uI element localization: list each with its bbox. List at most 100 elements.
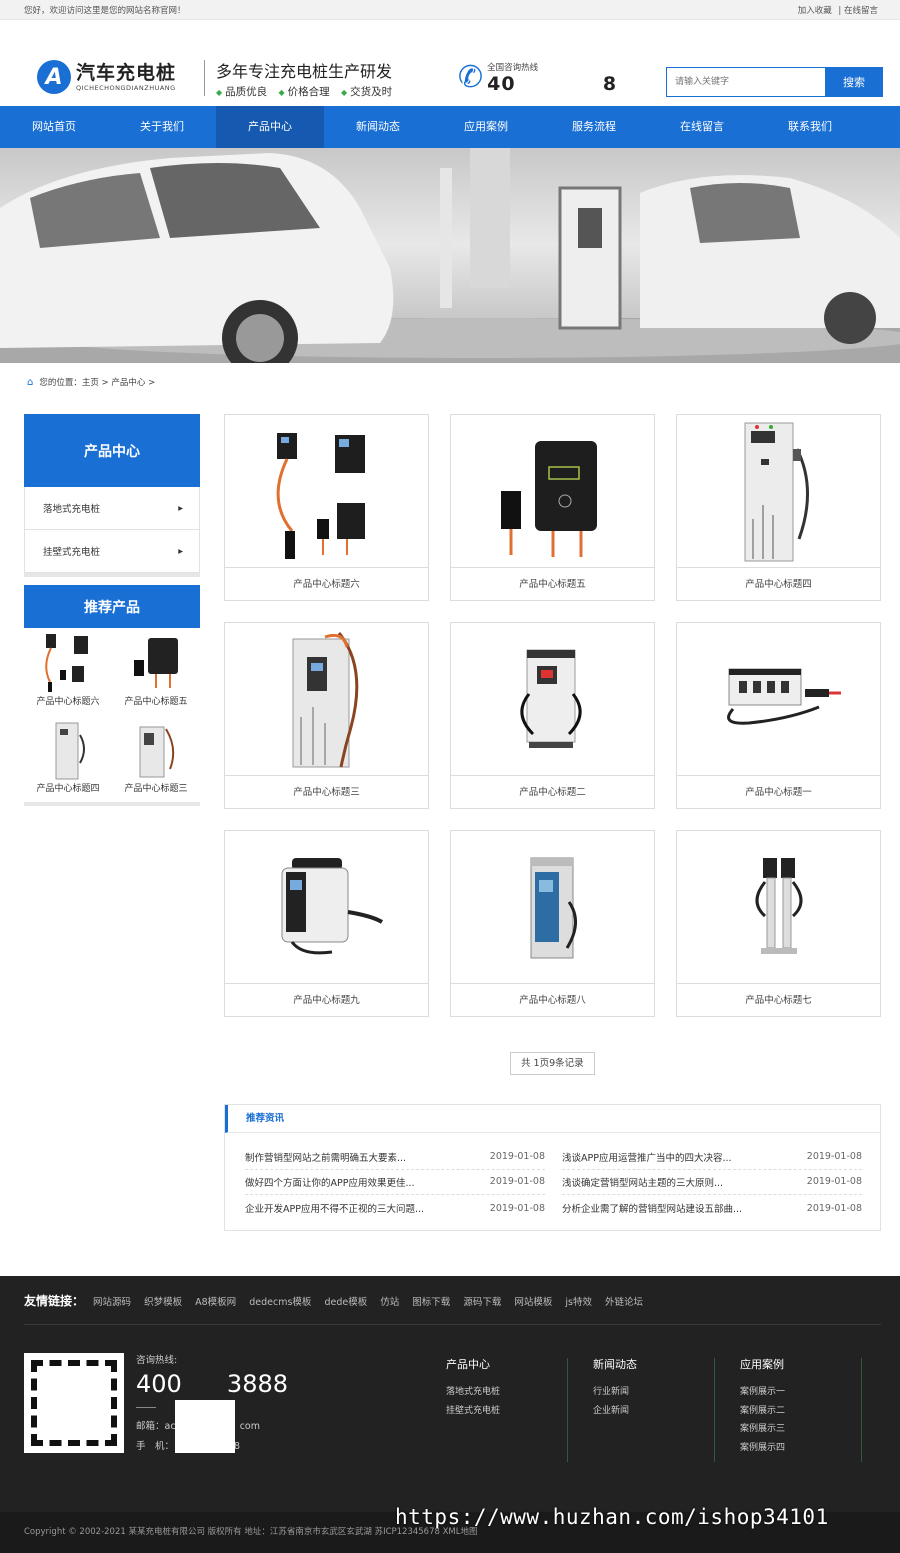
footer-link[interactable]: 案例展示四 bbox=[740, 1439, 785, 1458]
pagination[interactable]: 共 1页9条记录 bbox=[510, 1052, 595, 1075]
nav-about[interactable]: 关于我们 bbox=[108, 106, 216, 148]
product-card[interactable]: 产品中心标题六 bbox=[224, 414, 429, 601]
friend-link[interactable]: 源码下载 bbox=[463, 1297, 501, 1308]
news-item[interactable]: 制作营销型网站之前需明确五大要素... 2019-01-08 bbox=[245, 1144, 545, 1170]
footer-link[interactable]: 挂壁式充电桩 bbox=[446, 1402, 500, 1421]
news-item[interactable]: 做好四个方面让你的APP应用效果更佳... 2019-01-08 bbox=[245, 1169, 545, 1195]
recommend-item[interactable]: 产品中心标题四 bbox=[24, 715, 112, 802]
friend-link[interactable]: 仿站 bbox=[380, 1297, 399, 1308]
sidebar-item-wall-charger[interactable]: 挂壁式充电桩 ▸ bbox=[24, 530, 200, 573]
nav-cases[interactable]: 应用案例 bbox=[432, 106, 540, 148]
sidebar-title: 产品中心 bbox=[24, 414, 200, 487]
sidebar-item-floor-charger[interactable]: 落地式充电桩 ▸ bbox=[24, 487, 200, 530]
friend-link[interactable]: 图标下载 bbox=[412, 1297, 450, 1308]
product-card[interactable]: 产品中心标题三 bbox=[224, 622, 429, 809]
sidebar: 产品中心 落地式充电桩 ▸ 挂壁式充电桩 ▸ 推荐产品 产品中心标题六 产品中心标题… bbox=[24, 414, 200, 806]
feature-item: ◆ 价格合理 bbox=[278, 86, 330, 98]
news-item[interactable]: 分析企业需了解的营销型网站建设五部曲... 2019-01-08 bbox=[562, 1195, 862, 1221]
product-title[interactable]: 产品中心标题八 bbox=[451, 984, 654, 1017]
welcome-text: 您好，欢迎访问这里是您的网站名称官网！ bbox=[24, 5, 186, 16]
breadcrumb-text[interactable]: 您的位置：主页 > 产品中心 > bbox=[39, 376, 155, 388]
slogan: 多年专注充电桩生产研发 ◆ 品质优良 ◆ 价格合理 ◆ 交货及时 bbox=[216, 62, 400, 99]
friend-link[interactable]: js特效 bbox=[565, 1297, 592, 1308]
product-title[interactable]: 产品中心标题七 bbox=[677, 984, 880, 1017]
news-item[interactable]: 浅谈APP应用运营推广当中的四大决容... 2019-01-08 bbox=[562, 1144, 862, 1170]
diamond-icon: ◆ bbox=[341, 88, 348, 97]
recommend-list: 产品中心标题六 产品中心标题五 产品中心标题四 产品中心标题三 bbox=[24, 628, 200, 802]
logo-cn-text: 汽车充电桩 bbox=[76, 62, 177, 84]
nav-news[interactable]: 新闻动态 bbox=[324, 106, 432, 148]
nav-contact[interactable]: 联系我们 bbox=[756, 106, 864, 148]
product-title[interactable]: 产品中心标题二 bbox=[451, 776, 654, 809]
footer-link[interactable]: 案例展示二 bbox=[740, 1402, 785, 1421]
home-icon: ⌂ bbox=[27, 376, 34, 388]
friend-link[interactable]: 网站模板 bbox=[514, 1297, 552, 1308]
header-divider bbox=[204, 60, 205, 96]
search-input[interactable] bbox=[666, 67, 825, 97]
product-title[interactable]: 产品中心标题一 bbox=[677, 776, 880, 809]
product-thumb-3 bbox=[139, 726, 175, 778]
footer-col-news: 新闻动态 行业新闻 企业新闻 bbox=[593, 1356, 637, 1420]
nav-service[interactable]: 服务流程 bbox=[540, 106, 648, 148]
recommend-item[interactable]: 产品中心标题五 bbox=[112, 628, 200, 715]
main-nav: 网站首页 关于我们 产品中心 新闻动态 应用案例 服务流程 在线留言 联系我们 bbox=[0, 106, 900, 148]
nav-products[interactable]: 产品中心 bbox=[216, 106, 324, 148]
product-card[interactable]: 产品中心标题五 bbox=[450, 414, 655, 601]
product-title[interactable]: 产品中心标题六 bbox=[225, 568, 428, 601]
nav-home[interactable]: 网站首页 bbox=[0, 106, 108, 148]
product-card[interactable]: 产品中心标题七 bbox=[676, 830, 881, 1017]
footer-link[interactable]: 案例展示三 bbox=[740, 1420, 785, 1439]
product-thumb-5 bbox=[134, 638, 178, 688]
top-bar: 您好，欢迎访问这里是您的网站名称官网！ 加入收藏 | 在线留言 bbox=[0, 0, 900, 20]
footer-hotline-tail: 3888 bbox=[226, 1370, 288, 1398]
product-title[interactable]: 产品中心标题三 bbox=[225, 776, 428, 809]
top-link-separator: | bbox=[838, 5, 842, 16]
friend-link[interactable]: 外链论坛 bbox=[605, 1297, 643, 1308]
footer-link[interactable]: 落地式充电桩 bbox=[446, 1383, 500, 1402]
news-item[interactable]: 企业开发APP应用不得不正视的三大问题... 2019-01-08 bbox=[245, 1195, 545, 1221]
product-image-9 bbox=[281, 858, 383, 955]
product-title[interactable]: 产品中心标题五 bbox=[451, 568, 654, 601]
redaction-block bbox=[175, 1400, 235, 1453]
online-message-link[interactable]: 在线留言 bbox=[844, 6, 878, 16]
recommend-item[interactable]: 产品中心标题六 bbox=[24, 628, 112, 715]
friend-link[interactable]: dede模板 bbox=[324, 1297, 367, 1308]
recommended-news: 推荐资讯 制作营销型网站之前需明确五大要素... 2019-01-08 浅谈APP… bbox=[224, 1104, 881, 1231]
product-title[interactable]: 产品中心标题九 bbox=[225, 984, 428, 1017]
product-card[interactable]: 产品中心标题二 bbox=[450, 622, 655, 809]
product-card[interactable]: 产品中心标题九 bbox=[224, 830, 429, 1017]
arrow-right-icon: ▸ bbox=[178, 502, 183, 514]
recommend-item[interactable]: 产品中心标题三 bbox=[112, 715, 200, 802]
breadcrumb: ⌂ 您的位置：主页 > 产品中心 > bbox=[0, 363, 900, 401]
hotline-number-tail: 8 bbox=[602, 73, 618, 95]
friend-link[interactable]: 网站源码 bbox=[93, 1297, 131, 1308]
slogan-title: 多年专注充电桩生产研发 bbox=[216, 62, 393, 81]
friend-link[interactable]: A8模板网 bbox=[195, 1297, 236, 1308]
product-card[interactable]: 产品中心标题八 bbox=[450, 830, 655, 1017]
product-thumb-6 bbox=[45, 634, 88, 692]
hotline-number: 40 bbox=[487, 73, 516, 95]
add-favorite-link[interactable]: 加入收藏 bbox=[798, 6, 832, 16]
friend-link[interactable]: dedecms模板 bbox=[249, 1297, 311, 1308]
footer-link[interactable]: 企业新闻 bbox=[593, 1402, 637, 1421]
footer-link[interactable]: 行业新闻 bbox=[593, 1383, 637, 1402]
logo[interactable]: A 汽车充电桩 QICHECHONGDIANZHUANG bbox=[37, 60, 176, 94]
product-card[interactable]: 产品中心标题一 bbox=[676, 622, 881, 809]
product-title[interactable]: 产品中心标题四 bbox=[677, 568, 880, 601]
phone-icon: ✆ bbox=[458, 60, 484, 95]
product-image-4 bbox=[744, 422, 809, 561]
product-card[interactable]: 产品中心标题四 bbox=[676, 414, 881, 601]
friend-link[interactable]: 织梦模板 bbox=[144, 1297, 182, 1308]
search-button[interactable]: 搜索 bbox=[825, 67, 883, 97]
news-item[interactable]: 浅谈确定营销型网站主题的三大原则... 2019-01-08 bbox=[562, 1169, 862, 1195]
arrow-right-icon: ▸ bbox=[178, 545, 183, 557]
nav-message[interactable]: 在线留言 bbox=[648, 106, 756, 148]
product-image-2 bbox=[520, 649, 581, 748]
logo-mark: A bbox=[37, 60, 71, 94]
feature-item: ◆ 品质优良 bbox=[216, 86, 268, 98]
footer-email: 邮箱：ac bbox=[136, 1421, 176, 1432]
product-image-8 bbox=[530, 857, 577, 959]
footer-col-products: 产品中心 落地式充电桩 挂壁式充电桩 bbox=[446, 1356, 500, 1420]
footer-link[interactable]: 案例展示一 bbox=[740, 1383, 785, 1402]
feature-item: ◆ 交货及时 bbox=[341, 86, 393, 98]
